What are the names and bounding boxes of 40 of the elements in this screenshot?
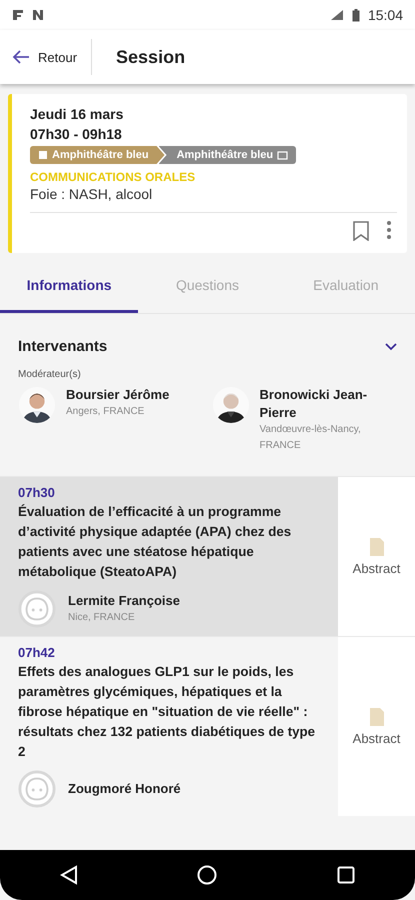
door-icon [38, 150, 48, 160]
notification-icon [12, 9, 24, 21]
room-tag: Amphithéâtre bleu [30, 146, 165, 164]
bookmark-icon[interactable] [353, 221, 369, 241]
clock: 15:04 [368, 7, 403, 23]
signal-icon [330, 9, 344, 21]
more-icon[interactable] [387, 221, 391, 241]
speaker-location: Vandœuvre-lès-Nancy, FRANCE [260, 423, 362, 453]
speaker-name: Boursier Jérôme [66, 386, 170, 404]
talk-title: Effets des analogues GLP1 sur le poids, les paramètres glycémiques, hépatiques et la fibrose hépatique en "situation de vie réelle" : résultats chez 132 patients diabétiques de type 2 [18, 663, 316, 761]
back-button[interactable]: Retour [0, 39, 92, 75]
session-category: COMMUNICATIONS ORALES [30, 170, 196, 184]
battery-icon [352, 8, 360, 22]
speaker-location: Nice, FRANCE [68, 611, 136, 625]
abstract-button[interactable]: Abstract [338, 477, 415, 636]
arrow-icon [12, 50, 30, 64]
speaker-name: Zougmoré Honoré [68, 780, 181, 798]
notification-icon [32, 9, 44, 21]
abstract-button[interactable]: Abstract [338, 637, 415, 816]
file-icon [368, 537, 384, 557]
talk-item[interactable]: 07h30 Évaluation de l’efficacité à un programme d’activité physique adaptée (APA) chez des patients avec une stéatose hépatique métabolique (SteatoAPA) Lermite Françoise Nice, FRANCE [0, 477, 338, 636]
avatar-icon [18, 590, 56, 628]
session-time: 07h30 - 09h18 [30, 125, 123, 144]
room-tag: Amphithéâtre bleu [158, 146, 296, 164]
chevron-icon[interactable] [385, 342, 397, 350]
session-topic: Foie : NASH, alcool [30, 186, 397, 213]
file-icon [368, 707, 384, 727]
speaker-name: Bronowicki Jean-Pierre [260, 386, 368, 422]
talk-time: 07h30 [18, 485, 56, 500]
tab[interactable]: Informations [0, 259, 138, 313]
avatar-icon [18, 770, 56, 808]
role-label: Modérateur(s) [18, 369, 82, 380]
screen-icon [277, 150, 288, 160]
talk-time: 07h42 [18, 645, 56, 660]
section-title: Intervenants [18, 338, 108, 355]
speaker-location: Angers, FRANCE [66, 405, 146, 419]
speaker-name: Lermite Françoise [68, 592, 180, 610]
page-title: Session [116, 46, 186, 68]
talk-title: Évaluation de l’efficacité à un programme d’activité physique adaptée (APA) chez des patients avec une stéatose hépatique métabolique (SteatoAPA) [18, 503, 292, 581]
session-date: Jeudi 16 mars [30, 105, 124, 124]
